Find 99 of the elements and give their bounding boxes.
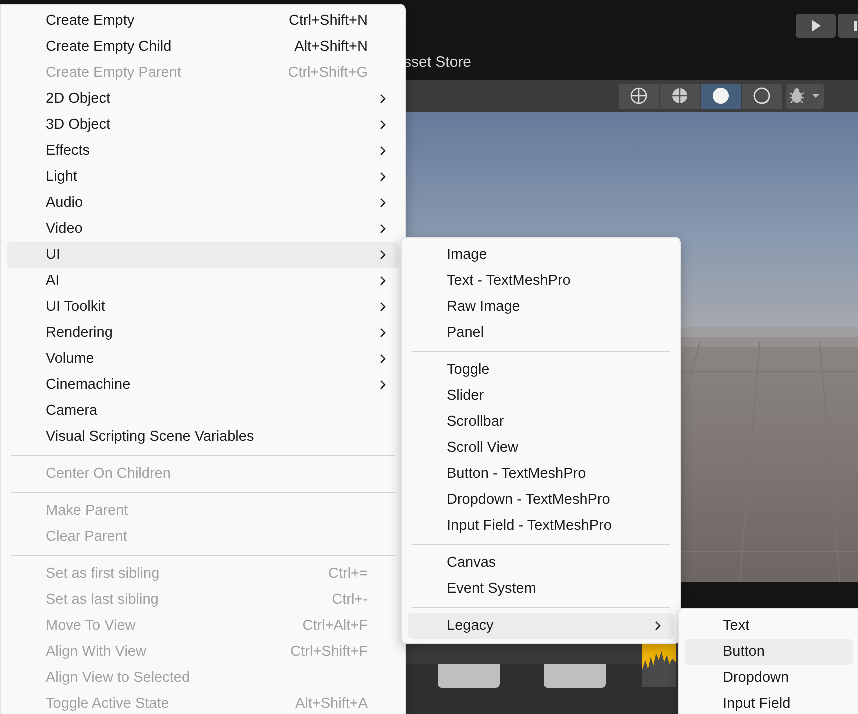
menu-item-label: Camera <box>46 403 99 419</box>
play-icon <box>809 19 823 33</box>
menu-item[interactable]: Scrollbar <box>408 409 674 435</box>
menu-item-label: Set as first sibling <box>46 566 161 582</box>
shortcut-label: Alt+Shift+A <box>295 696 368 712</box>
menu-item[interactable]: Panel <box>408 320 674 346</box>
menu-item[interactable]: Dropdown <box>685 665 853 691</box>
shortcut-label: Ctrl+Shift+F <box>290 644 368 660</box>
wireframe-sphere-icon <box>630 87 648 105</box>
menu-item-label: Light <box>46 169 78 185</box>
menu-item[interactable]: Create Empty Ctrl+Shift+N <box>7 8 399 34</box>
menu-item-label: Text - TextMeshPro <box>447 273 572 289</box>
menu-item-label: Input Field - TextMeshPro <box>447 518 613 534</box>
menu-item-label: Clear Parent <box>46 529 128 545</box>
menu-item[interactable]: Rendering <box>7 320 399 346</box>
menu-item-label: Volume <box>46 351 96 367</box>
menu-item-label: UI Toolkit <box>46 299 106 315</box>
menu-item-label: Scrollbar <box>447 414 506 430</box>
menu-item-label: Toggle <box>447 362 491 378</box>
menu-item-label: Move To View <box>46 618 137 634</box>
menu-item-label: Panel <box>447 325 486 341</box>
menu-item-label: Audio <box>46 195 84 211</box>
menu-item-label: Button <box>723 644 766 660</box>
play-button[interactable] <box>796 14 836 38</box>
menu-item-label: Visual Scripting Scene Variables <box>46 429 256 445</box>
folder-thumbnail[interactable] <box>438 664 500 688</box>
menu-item-label: Image <box>447 247 488 263</box>
menu-item[interactable]: Toggle <box>408 357 674 383</box>
menu-item-label: Slider <box>447 388 486 404</box>
menu-item-label: Dropdown - TextMeshPro <box>447 492 612 508</box>
menu-item[interactable]: Cinemachine <box>7 372 399 398</box>
menu-item-label: Create Empty <box>46 13 136 29</box>
menu-item[interactable]: Dropdown - TextMeshPro <box>408 487 674 513</box>
menu-item[interactable]: Canvas <box>408 550 674 576</box>
menu-item[interactable]: Input Field - TextMeshPro <box>408 513 674 539</box>
menu-item[interactable]: Text <box>685 613 853 639</box>
menu-item-label: Set as last sibling <box>46 592 160 608</box>
menu-item[interactable]: Legacy <box>408 613 674 639</box>
menu-item-label: Cinemachine <box>46 377 132 393</box>
menu-item-label: Video <box>46 221 84 237</box>
menu-item-label: 2D Object <box>46 91 112 107</box>
menu-item-label: Scroll View <box>447 440 520 456</box>
bug-icon <box>788 87 822 105</box>
menu-item-label: AI <box>46 273 61 289</box>
menu-item[interactable]: Raw Image <box>408 294 674 320</box>
menu-item[interactable]: 2D Object <box>7 86 399 112</box>
menu-item[interactable]: Light <box>7 164 399 190</box>
menu-item-label: UI <box>46 247 62 263</box>
gizmos-button[interactable] <box>786 84 824 108</box>
menu-item-label: Canvas <box>447 555 498 571</box>
menu-item-label: Create Empty Child <box>46 39 173 55</box>
shortcut-label: Alt+Shift+N <box>294 39 368 55</box>
menu-item[interactable]: Scroll View <box>408 435 674 461</box>
sphere-icon <box>712 87 730 105</box>
menu-item-label: Create Empty Parent <box>46 65 182 81</box>
menu-item[interactable]: Input Field <box>685 691 853 714</box>
shortcut-label: Ctrl+- <box>332 592 368 608</box>
menu-item-label: Raw Image <box>447 299 522 315</box>
menu-item[interactable]: Event System <box>408 576 674 602</box>
shortcut-label: Ctrl+Shift+N <box>289 13 368 29</box>
shortcut-label: Ctrl+= <box>328 566 368 582</box>
menu-item[interactable]: Camera <box>7 398 399 424</box>
menu-item[interactable]: Text - TextMeshPro <box>408 268 674 294</box>
menu-item-label: Effects <box>46 143 92 159</box>
menu-item-label: Align With View <box>46 644 148 660</box>
shading-mode-button[interactable] <box>619 84 659 108</box>
menu-item-label: 3D Object <box>46 117 112 133</box>
menu-item[interactable]: Volume <box>7 346 399 372</box>
menu-item[interactable]: Slider <box>408 383 674 409</box>
menu-item-label: Legacy <box>447 618 495 634</box>
menu-item[interactable]: Create Empty Child Alt+Shift+N <box>7 34 399 60</box>
menu-item-label: Rendering <box>46 325 114 341</box>
menu-item[interactable]: Button - TextMeshPro <box>408 461 674 487</box>
menu-item-label: Toggle Active State <box>46 696 170 712</box>
menu-item-label: Make Parent <box>46 503 130 519</box>
menu-item[interactable]: Visual Scripting Scene Variables <box>7 424 399 450</box>
menu-item[interactable]: Video <box>7 216 399 242</box>
menu-item-label: Text <box>723 618 751 634</box>
menu-item[interactable]: Image <box>408 242 674 268</box>
menu-item[interactable]: AI <box>7 268 399 294</box>
menu-item-label: Event System <box>447 581 538 597</box>
menu-item-label: Dropdown <box>723 670 790 686</box>
menu-item-label: Input Field <box>723 696 792 712</box>
menu-item[interactable]: Button <box>685 639 853 665</box>
folder-thumbnail[interactable] <box>544 664 606 688</box>
shortcut-label: Ctrl+Shift+G <box>288 65 368 81</box>
shortcut-label: Ctrl+Alt+F <box>302 618 368 634</box>
shading-mode-button[interactable] <box>701 84 741 108</box>
menu-item-label: Button - TextMeshPro <box>447 466 588 482</box>
shading-mode-button[interactable] <box>660 84 700 108</box>
shading-mode-button[interactable] <box>742 84 782 108</box>
shaded-wireframe-sphere-icon <box>671 87 689 105</box>
menu-item[interactable]: UI <box>7 242 399 268</box>
menu-item-label: Align View to Selected <box>46 670 192 686</box>
menu-item[interactable]: 3D Object <box>7 112 399 138</box>
menu-item[interactable]: Effects <box>7 138 399 164</box>
menu-item[interactable]: Audio <box>7 190 399 216</box>
menu-item-label: Center On Children <box>46 466 172 482</box>
menu-item[interactable]: UI Toolkit <box>7 294 399 320</box>
